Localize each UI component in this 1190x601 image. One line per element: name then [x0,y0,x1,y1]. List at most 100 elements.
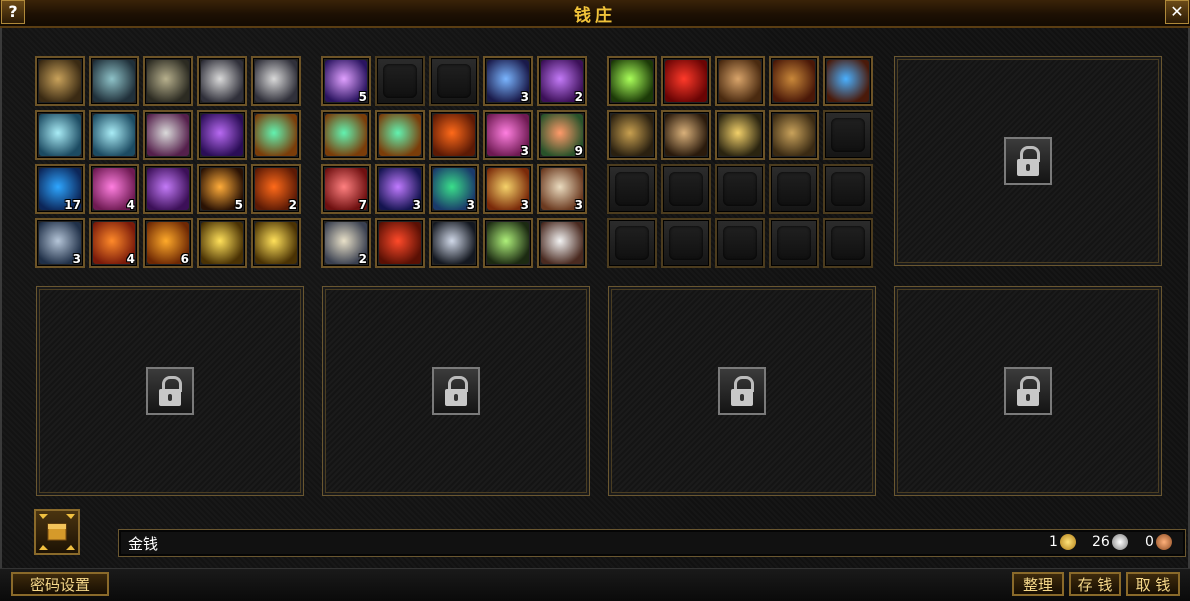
item-slot[interactable] [661,110,711,160]
gold-coin-icon [1059,534,1076,550]
item-slot[interactable]: 2 [251,164,301,214]
purple-crystal-icon [147,168,189,210]
item-slot[interactable]: 9 [537,110,587,160]
item-slot[interactable]: 2 [537,56,587,106]
treasure-bag-icon[interactable] [34,509,80,555]
golden-blade-icon [201,222,243,264]
item-quantity: 2 [288,198,297,212]
lock-icon [1004,367,1052,415]
empty-slot[interactable] [823,218,873,268]
demon-mask-icon [201,114,243,156]
item-slot[interactable]: 3 [35,218,85,268]
spear-icon [433,222,475,264]
item-slot[interactable]: 4 [89,218,139,268]
item-slot[interactable] [143,164,193,214]
password-settings-button[interactable]: 密码设置 [11,572,109,596]
item-slot[interactable]: 3 [537,164,587,214]
empty-slot[interactable] [607,164,657,214]
item-slot[interactable]: 6 [143,218,193,268]
item-slot[interactable] [661,56,711,106]
item-slot[interactable] [197,56,247,106]
item-slot[interactable]: 17 [35,164,85,214]
item-slot[interactable]: 3 [483,164,533,214]
item-slot[interactable] [769,110,819,160]
empty-slot[interactable] [769,164,819,214]
item-slot[interactable]: 5 [197,164,247,214]
empty-slot[interactable] [715,218,765,268]
withdraw-button[interactable]: 取 钱 [1126,572,1180,596]
item-slot[interactable]: 5 [321,56,371,106]
empty-slot[interactable] [661,218,711,268]
item-slot[interactable] [769,56,819,106]
empty-slot[interactable] [375,56,425,106]
item-slot[interactable]: 3 [429,164,479,214]
item-quantity: 3 [520,144,529,158]
item-slot[interactable] [715,56,765,106]
money-bag-icon [773,60,815,102]
blue-flower-icon [827,60,869,102]
item-slot[interactable] [537,218,587,268]
item-slot[interactable] [321,110,371,160]
empty-slot[interactable] [715,164,765,214]
item-slot[interactable] [607,110,657,160]
item-quantity: 5 [358,90,367,104]
item-slot[interactable]: 7 [321,164,371,214]
feather-wings-icon [39,114,81,156]
item-slot[interactable] [429,110,479,160]
item-slot[interactable] [197,110,247,160]
locked-storage-panel[interactable] [894,286,1162,496]
sword-icon [201,60,243,102]
item-slot[interactable] [715,110,765,160]
deposit-button[interactable]: 存 钱 [1069,572,1121,596]
golden-blade-icon [255,222,297,264]
item-slot[interactable]: 2 [321,218,371,268]
item-slot[interactable] [251,56,301,106]
item-slot[interactable]: 3 [375,164,425,214]
item-slot[interactable] [89,110,139,160]
copper-coin-amount: 0 [1145,534,1172,552]
item-slot[interactable] [251,110,301,160]
locked-storage-panel[interactable] [322,286,590,496]
item-slot[interactable] [251,218,301,268]
locked-storage-panel[interactable] [608,286,876,496]
currency-label: 金钱 [128,535,159,553]
sort-button[interactable]: 整理 [1012,572,1064,596]
green-potion-icon [255,114,297,156]
fan-icon [541,222,583,264]
item-slot[interactable] [375,218,425,268]
empty-slot[interactable] [661,164,711,214]
empty-slot[interactable] [607,218,657,268]
lock-icon [146,367,194,415]
green-potion-icon [325,114,367,156]
item-slot[interactable]: 3 [483,56,533,106]
item-slot[interactable] [429,218,479,268]
green-axe-icon [611,60,653,102]
item-slot[interactable] [143,110,193,160]
silver-coin-icon [1111,534,1128,550]
item-slot[interactable] [823,56,873,106]
empty-slot[interactable] [823,110,873,160]
item-slot[interactable] [607,56,657,106]
lock-icon [1004,137,1052,185]
item-slot[interactable]: 3 [483,110,533,160]
magic-staff-icon [93,60,135,102]
item-slot[interactable] [143,56,193,106]
item-slot[interactable]: 4 [89,164,139,214]
item-quantity: 3 [574,198,583,212]
item-slot[interactable] [197,218,247,268]
item-slot[interactable] [35,56,85,106]
locked-storage-panel[interactable] [36,286,304,496]
close-icon[interactable]: ✕ [1165,0,1189,24]
item-slot[interactable] [483,218,533,268]
item-slot[interactable] [89,56,139,106]
empty-slot[interactable] [823,164,873,214]
locked-storage-panel[interactable] [894,56,1162,266]
empty-slot[interactable] [769,218,819,268]
item-slot[interactable] [375,110,425,160]
empty-slot[interactable] [429,56,479,106]
item-quantity: 4 [126,252,135,266]
copper-coin-icon [1155,534,1172,550]
bank-main-area: 17 4 5 2 3 4 6 5 3 2 3 9 7 3 3 3 3 2 [0,28,1190,568]
item-quantity: 3 [412,198,421,212]
item-slot[interactable] [35,110,85,160]
